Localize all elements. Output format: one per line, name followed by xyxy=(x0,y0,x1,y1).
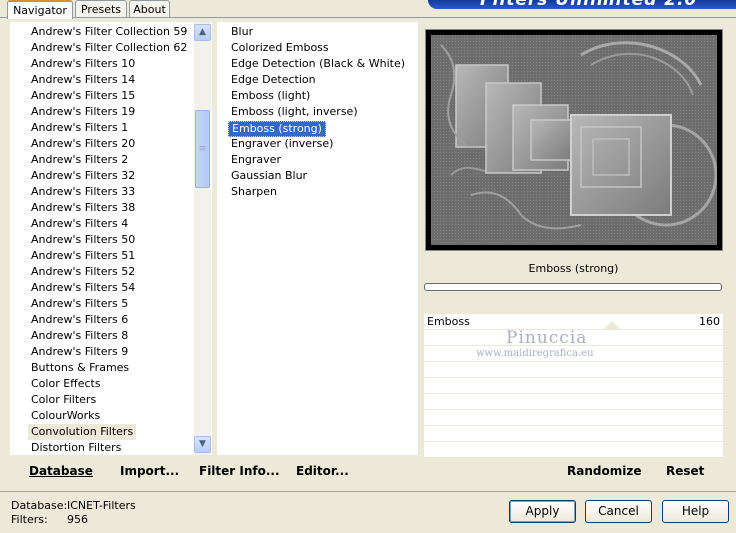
param-label: Emboss xyxy=(427,315,470,328)
scroll-down-button[interactable]: ▼ xyxy=(194,436,211,453)
editor-button[interactable]: Editor... xyxy=(296,464,349,478)
help-button[interactable]: Help xyxy=(662,500,729,523)
randomize-button[interactable]: Randomize xyxy=(567,464,641,478)
param-value: 160 xyxy=(699,315,720,328)
param-row-empty[interactable] xyxy=(424,361,723,377)
category-scrollbar[interactable]: ▲ ≡ ▼ xyxy=(194,22,211,455)
preview-image[interactable] xyxy=(431,35,717,245)
emboss-preview-graphic xyxy=(431,35,717,245)
category-item[interactable]: Andrew's Filters 15 xyxy=(28,88,138,104)
category-item[interactable]: Andrew's Filters 4 xyxy=(28,216,131,232)
category-item[interactable]: Andrew's Filter Collection 59 xyxy=(28,24,190,40)
param-row-empty[interactable] xyxy=(424,409,723,425)
category-item[interactable]: Andrew's Filters 50 xyxy=(28,232,138,248)
filter-info-button-label: Filter Info... xyxy=(199,464,280,478)
database-button[interactable]: Database xyxy=(29,464,93,478)
tab-presets[interactable]: Presets xyxy=(75,0,127,17)
database-label: Database: xyxy=(11,499,68,512)
banner-title: Filters Unlimited 2.0 xyxy=(480,0,697,9)
filter-item[interactable]: Edge Detection (Black & White) xyxy=(228,56,408,72)
category-item[interactable]: Andrew's Filters 8 xyxy=(28,328,131,344)
category-item[interactable]: Convolution Filters xyxy=(28,424,137,440)
filter-item[interactable]: Gaussian Blur xyxy=(228,168,310,184)
category-item[interactable]: Andrew's Filters 33 xyxy=(28,184,138,200)
progress-bar xyxy=(424,283,722,291)
editor-button-label: Editor... xyxy=(296,464,349,478)
reset-button[interactable]: Reset xyxy=(666,464,704,478)
category-item[interactable]: Andrew's Filters 5 xyxy=(28,296,131,312)
category-item[interactable]: Color Filters xyxy=(28,392,99,408)
tab-navigator[interactable]: Navigator xyxy=(7,0,73,19)
scroll-up-button[interactable]: ▲ xyxy=(194,24,211,41)
category-item[interactable]: Andrew's Filters 1 xyxy=(28,120,131,136)
category-item[interactable]: Andrew's Filters 52 xyxy=(28,264,138,280)
filters-count: 956 xyxy=(67,513,88,526)
filter-item[interactable]: Engraver (inverse) xyxy=(228,136,336,152)
randomize-button-label: Randomize xyxy=(567,464,642,478)
import-button-label: Import... xyxy=(120,464,180,478)
filter-item[interactable]: Emboss (light, inverse) xyxy=(228,104,361,120)
filter-list[interactable]: Blur Colorized Emboss Edge Detection (Blac… xyxy=(217,22,418,455)
watermark-url: www.maidiregrafica.eu xyxy=(476,348,594,359)
category-item[interactable]: Andrew's Filters 51 xyxy=(28,248,138,264)
category-item[interactable]: Andrew's Filters 14 xyxy=(28,72,138,88)
category-item[interactable]: Buttons & Frames xyxy=(28,360,132,376)
product-banner: Filters Unlimited 2.0 xyxy=(428,0,736,9)
filter-item[interactable]: Edge Detection xyxy=(228,72,319,88)
category-item[interactable]: Andrew's Filters 9 xyxy=(28,344,131,360)
category-item[interactable]: Andrew's Filters 10 xyxy=(28,56,138,72)
tab-about[interactable]: About xyxy=(129,0,170,17)
category-item[interactable]: Andrew's Filters 6 xyxy=(28,312,131,328)
filter-item[interactable]: Emboss (strong) xyxy=(228,121,326,137)
param-row-empty[interactable] xyxy=(424,425,723,441)
category-item[interactable]: Andrew's Filters 19 xyxy=(28,104,138,120)
scroll-thumb[interactable]: ≡ xyxy=(195,110,210,188)
selected-filter-name: Emboss (strong) xyxy=(528,262,619,275)
category-item[interactable]: Distortion Filters xyxy=(28,440,124,456)
param-row-empty[interactable] xyxy=(424,441,723,457)
param-row-empty[interactable] xyxy=(424,377,723,393)
category-item[interactable]: Andrew's Filter Collection 62 xyxy=(28,40,190,56)
watermark-name: Pinuccia xyxy=(506,328,588,348)
database-button-label: Database xyxy=(29,464,93,478)
slider-marker-icon[interactable] xyxy=(604,321,620,329)
category-item[interactable]: Andrew's Filters 38 xyxy=(28,200,138,216)
category-item[interactable]: Andrew's Filters 20 xyxy=(28,136,138,152)
filter-item[interactable]: Engraver xyxy=(228,152,284,168)
preview-frame xyxy=(425,29,723,251)
database-value: ICNET-Filters xyxy=(67,499,136,512)
filter-info-button[interactable]: Filter Info... xyxy=(199,464,280,478)
cancel-button[interactable]: Cancel xyxy=(585,500,652,523)
category-item[interactable]: Andrew's Filters 2 xyxy=(28,152,131,168)
filter-item[interactable]: Emboss (light) xyxy=(228,88,313,104)
import-button[interactable]: Import... xyxy=(120,464,179,478)
category-list[interactable]: Andrew's Filter Collection 59 Andrew's Fi… xyxy=(10,22,212,455)
category-item[interactable]: ColourWorks xyxy=(28,408,103,424)
category-item[interactable]: Andrew's Filters 32 xyxy=(28,168,138,184)
category-item[interactable]: Andrew's Filters 54 xyxy=(28,280,138,296)
filter-item[interactable]: Sharpen xyxy=(228,184,280,200)
apply-button[interactable]: Apply xyxy=(509,500,576,523)
param-row-empty[interactable] xyxy=(424,393,723,409)
param-row-emboss[interactable]: Emboss 160 xyxy=(424,313,723,329)
filter-item[interactable]: Colorized Emboss xyxy=(228,40,332,56)
filter-item[interactable]: Blur xyxy=(228,24,256,40)
filters-label: Filters: xyxy=(11,513,48,526)
divider xyxy=(0,491,736,492)
reset-button-label: Reset xyxy=(666,464,705,478)
category-item[interactable]: Color Effects xyxy=(28,376,104,392)
